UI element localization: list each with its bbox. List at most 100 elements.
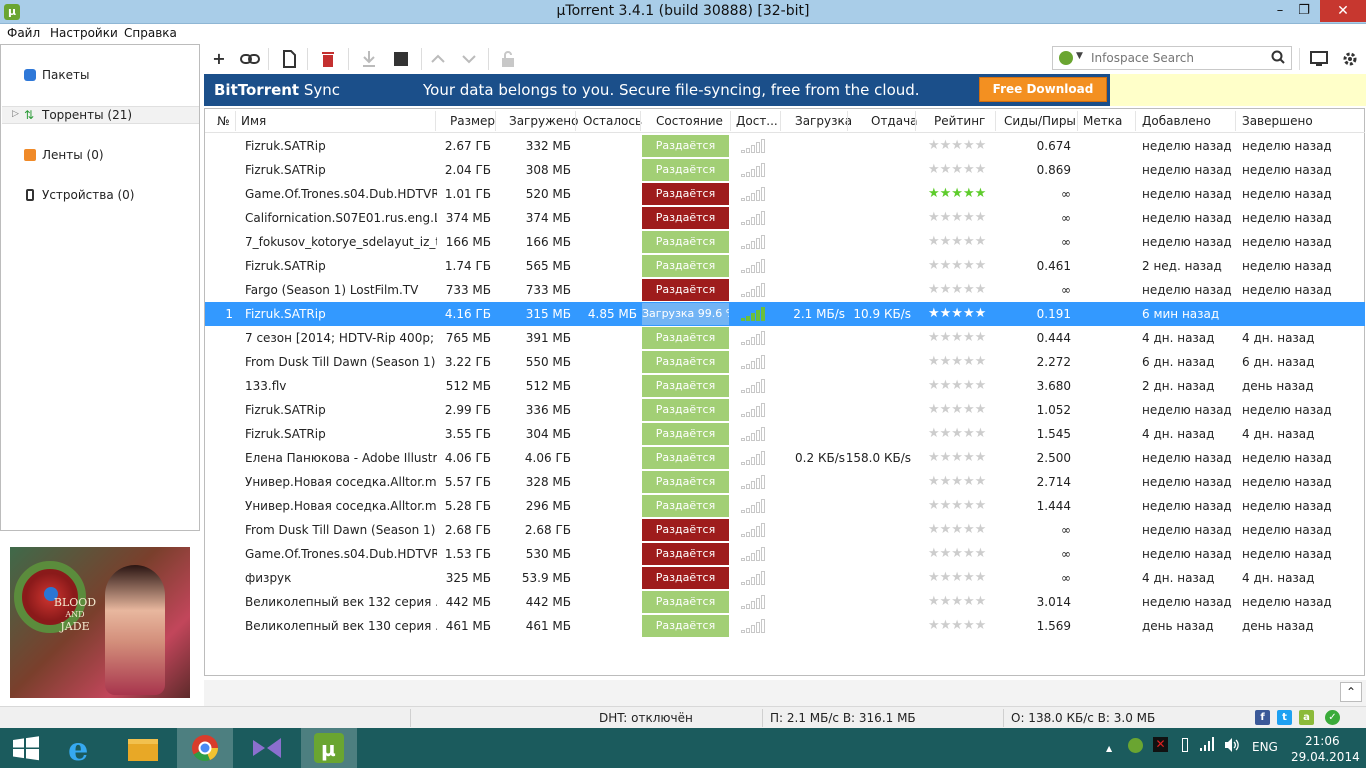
- torrent-row[interactable]: 1 Fizruk.SATRip 4.16 ГБ 315 МБ 4.85 МБ 2.1 МБ…: [205, 302, 1365, 326]
- rating-stars-icon[interactable]: ★★★★★: [928, 186, 986, 201]
- torrent-row[interactable]: Game.Of.Trones.s04.Dub.HDTVRip 1.01 ГБ 520…: [205, 182, 1365, 206]
- free-download-button[interactable]: Free Download: [979, 77, 1107, 102]
- remove-icon[interactable]: [318, 50, 338, 68]
- col-header-status[interactable]: Состояние: [656, 114, 723, 128]
- col-header-rating[interactable]: Рейтинг: [934, 114, 985, 128]
- torrent-row[interactable]: From Dusk Till Dawn (Season 1) N... 2.68 …: [205, 518, 1365, 542]
- torrent-row[interactable]: 7_fokusov_kotorye_sdelayut_iz_teb... 166 …: [205, 230, 1365, 254]
- expand-details-button[interactable]: ⌃: [1340, 682, 1362, 702]
- maximize-button[interactable]: ❐: [1292, 0, 1316, 22]
- visual-studio-icon[interactable]: [239, 728, 295, 768]
- show-hidden-icons[interactable]: ▲: [1106, 744, 1112, 753]
- rating-stars-icon[interactable]: ★★★★★: [928, 402, 986, 417]
- column-divider[interactable]: [575, 111, 576, 131]
- col-header-name[interactable]: Имя: [241, 114, 266, 128]
- rating-stars-icon[interactable]: ★★★★★: [928, 258, 986, 273]
- sidebar-item-bundles[interactable]: Пакеты: [2, 66, 199, 84]
- sidebar-item-feeds[interactable]: Ленты (0): [2, 146, 199, 164]
- clock-date[interactable]: 29.04.2014: [1291, 750, 1360, 764]
- torrent-row[interactable]: Fizruk.SATRip 2.67 ГБ 332 МБ 0.674 неделю на…: [205, 134, 1365, 158]
- create-torrent-icon[interactable]: [279, 50, 299, 68]
- column-divider[interactable]: [640, 111, 641, 131]
- column-divider[interactable]: [780, 111, 781, 131]
- torrent-row[interactable]: Fizruk.SATRip 2.99 ГБ 336 МБ 1.052 неделю на…: [205, 398, 1365, 422]
- tray-app-icon[interactable]: ✕: [1153, 737, 1168, 752]
- add-torrent-icon[interactable]: +: [209, 50, 229, 68]
- network-icon[interactable]: [1200, 736, 1214, 755]
- rating-stars-icon[interactable]: ★★★★★: [928, 354, 986, 369]
- rating-stars-icon[interactable]: ★★★★★: [928, 234, 986, 249]
- rating-stars-icon[interactable]: ★★★★★: [928, 474, 986, 489]
- expand-arrow-icon[interactable]: ▷: [12, 109, 19, 119]
- rating-stars-icon[interactable]: ★★★★★: [928, 618, 986, 633]
- stop-icon[interactable]: [391, 50, 411, 68]
- column-divider[interactable]: [847, 111, 848, 131]
- twitter-icon[interactable]: t: [1277, 710, 1292, 725]
- battery-icon[interactable]: [1182, 738, 1188, 752]
- rating-stars-icon[interactable]: ★★★★★: [928, 330, 986, 345]
- unlock-icon[interactable]: [498, 50, 518, 68]
- advertisement-image[interactable]: BLOOD AND JADE: [10, 547, 190, 698]
- remote-icon[interactable]: [1309, 50, 1329, 68]
- torrent-row[interactable]: Универ.Новая соседка.Alltor.me.J... 5.57 …: [205, 470, 1365, 494]
- torrent-row[interactable]: From Dusk Till Dawn (Season 1) N... 3.22 …: [205, 350, 1365, 374]
- col-header-seeds-peers[interactable]: Сиды/Пиры: [1004, 114, 1076, 128]
- col-header-download-speed[interactable]: Загрузка: [795, 114, 852, 128]
- column-divider[interactable]: [1135, 111, 1136, 131]
- torrent-row[interactable]: физрук 325 МБ 53.9 МБ ∞ 4 дн. назад 4 дн. наз…: [205, 566, 1365, 590]
- file-explorer-icon[interactable]: [115, 728, 171, 768]
- sidebar-item-torrents[interactable]: ▷ ⇅ Торренты (21): [2, 106, 199, 124]
- language-indicator[interactable]: ENG: [1252, 740, 1278, 754]
- rating-stars-icon[interactable]: ★★★★★: [928, 378, 986, 393]
- search-icon[interactable]: [1271, 50, 1285, 68]
- torrent-row[interactable]: 7 сезон [2014; HDTV-Rip 400p; Los... 765 …: [205, 326, 1365, 350]
- col-header-completed[interactable]: Завершено: [1242, 114, 1313, 128]
- minimize-button[interactable]: –: [1268, 0, 1292, 22]
- torrent-row[interactable]: Californication.S07E01.rus.eng.Los... 374…: [205, 206, 1365, 230]
- col-header-remaining[interactable]: Осталось: [583, 114, 642, 128]
- rating-stars-icon[interactable]: ★★★★★: [928, 546, 986, 561]
- search-box[interactable]: ▼: [1052, 46, 1292, 70]
- torrent-row[interactable]: Fizruk.SATRip 2.04 ГБ 308 МБ 0.869 неделю на…: [205, 158, 1365, 182]
- search-input[interactable]: [1091, 50, 1261, 66]
- start-button[interactable]: [0, 728, 56, 768]
- torrent-row[interactable]: Fizruk.SATRip 1.74 ГБ 565 МБ 0.461 2 нед. на…: [205, 254, 1365, 278]
- rating-stars-icon[interactable]: ★★★★★: [928, 306, 986, 321]
- col-header-size[interactable]: Размер: [450, 114, 495, 128]
- rating-stars-icon[interactable]: ★★★★★: [928, 210, 986, 225]
- start-icon[interactable]: [359, 50, 379, 68]
- facebook-icon[interactable]: f: [1255, 710, 1270, 725]
- clock-time[interactable]: 21:06: [1305, 734, 1340, 748]
- rating-stars-icon[interactable]: ★★★★★: [928, 138, 986, 153]
- move-up-icon[interactable]: [428, 50, 448, 68]
- col-header-label[interactable]: Метка: [1083, 114, 1122, 128]
- col-header-availability[interactable]: Дост...: [736, 114, 778, 128]
- android-icon[interactable]: a: [1299, 710, 1314, 725]
- col-header-num[interactable]: №: [217, 114, 229, 128]
- rating-stars-icon[interactable]: ★★★★★: [928, 282, 986, 297]
- column-divider[interactable]: [495, 111, 496, 131]
- rating-stars-icon[interactable]: ★★★★★: [928, 426, 986, 441]
- search-provider-icon[interactable]: [1059, 51, 1073, 65]
- torrent-row[interactable]: Game.Of.Trones.s04.Dub.HDTVRip 1.53 ГБ 530…: [205, 542, 1365, 566]
- chrome-icon[interactable]: [177, 728, 233, 768]
- utorrent-taskbar-icon[interactable]: µ: [301, 728, 357, 768]
- sidebar-item-devices[interactable]: Устройства (0): [2, 186, 199, 204]
- column-divider[interactable]: [995, 111, 996, 131]
- column-divider[interactable]: [435, 111, 436, 131]
- internet-explorer-icon[interactable]: e: [54, 728, 110, 768]
- menu-help[interactable]: Справка: [124, 26, 177, 40]
- column-divider[interactable]: [1077, 111, 1078, 131]
- column-divider[interactable]: [730, 111, 731, 131]
- move-down-icon[interactable]: [459, 50, 479, 68]
- col-header-downloaded[interactable]: Загружено: [509, 114, 578, 128]
- dht-status[interactable]: DHT: отключён: [599, 711, 693, 725]
- menu-settings[interactable]: Настройки: [50, 26, 118, 40]
- status-ok-icon[interactable]: ✓: [1325, 710, 1340, 725]
- add-link-icon[interactable]: [240, 50, 260, 68]
- rating-stars-icon[interactable]: ★★★★★: [928, 594, 986, 609]
- close-button[interactable]: ✕: [1320, 0, 1366, 22]
- torrent-row[interactable]: Универ.Новая соседка.Alltor.me.J... 5.28 …: [205, 494, 1365, 518]
- col-header-added[interactable]: Добавлено: [1142, 114, 1211, 128]
- rating-stars-icon[interactable]: ★★★★★: [928, 570, 986, 585]
